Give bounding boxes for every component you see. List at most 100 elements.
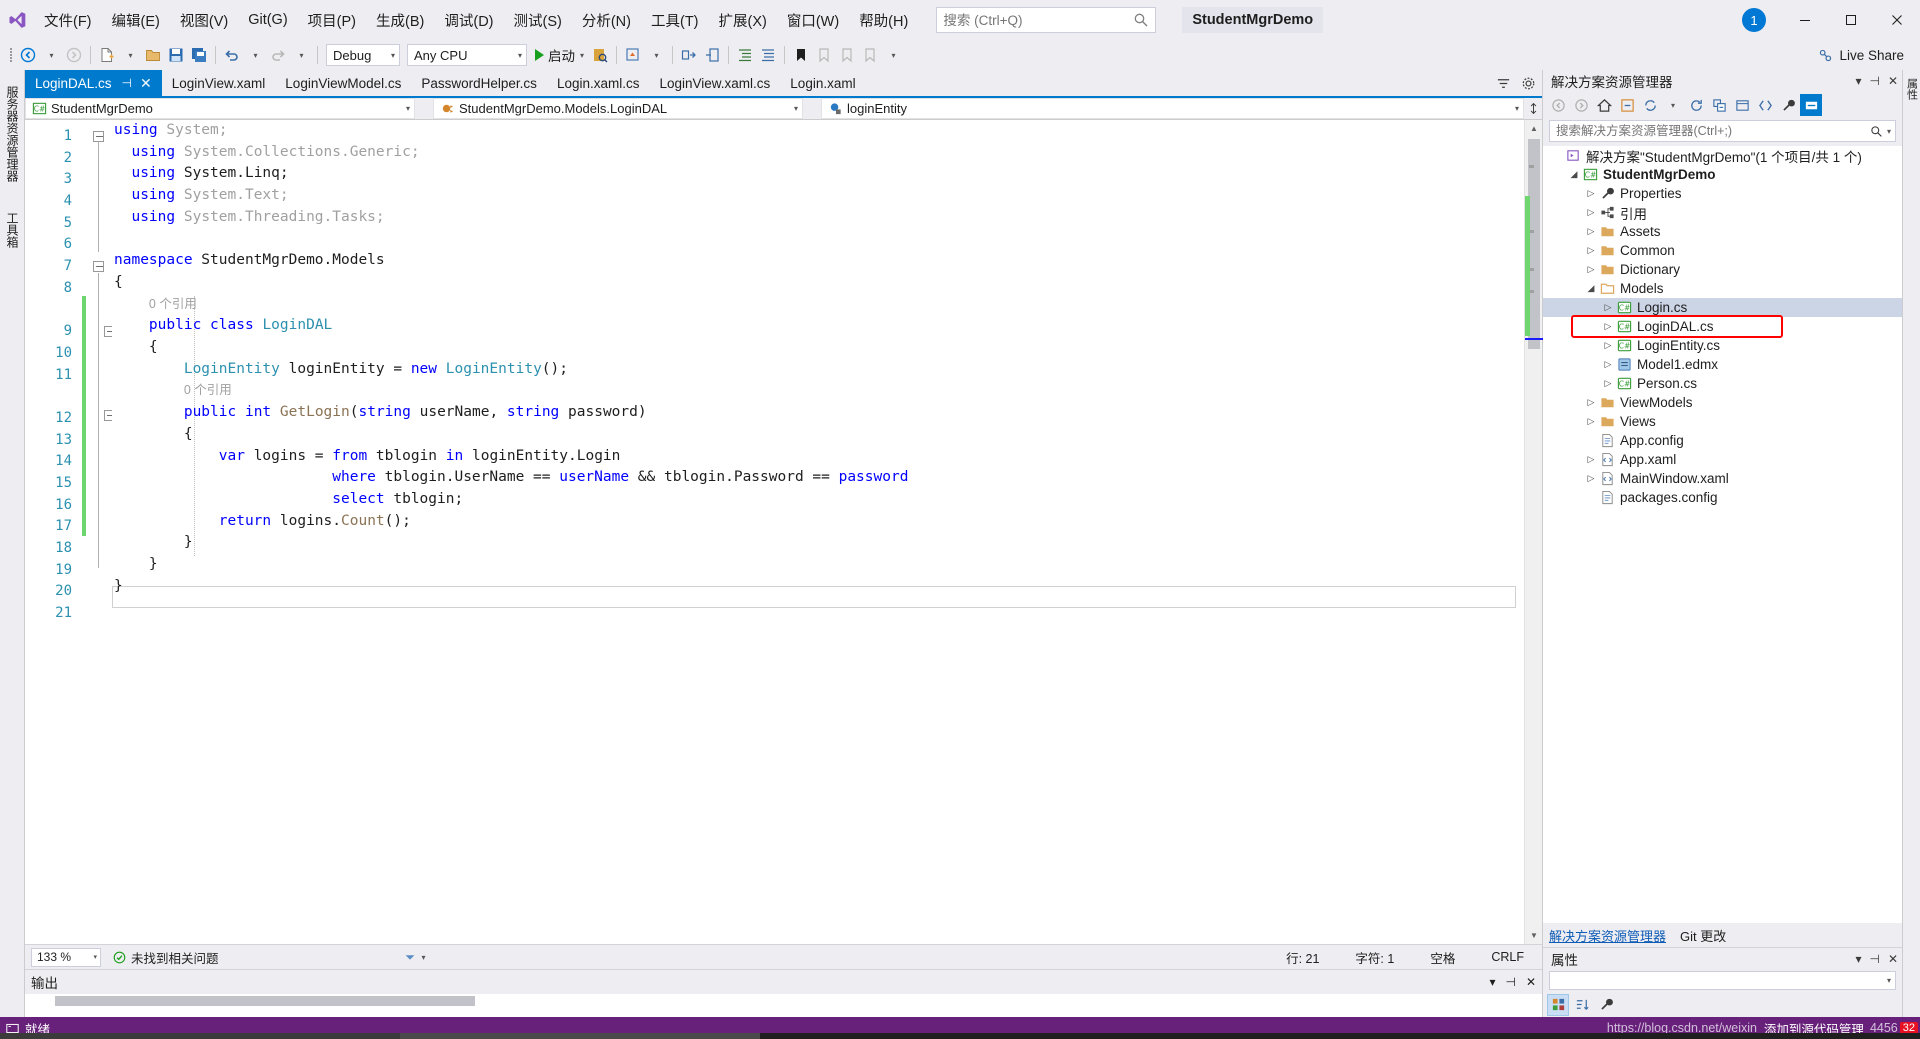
output-dropdown-icon[interactable]: ▾: [1489, 975, 1495, 989]
search-dropdown-icon[interactable]: ▾: [1887, 127, 1891, 136]
chevron-right-icon[interactable]: ▷: [1600, 359, 1616, 370]
comment-button[interactable]: [757, 43, 779, 67]
hot-reload-dropdown[interactable]: ▾: [645, 43, 667, 67]
tree-node[interactable]: ▷ Dictionary: [1543, 260, 1902, 279]
toolbar-overflow-button[interactable]: ▾: [882, 43, 904, 67]
menu-edit[interactable]: 编辑(E): [102, 0, 170, 40]
tree-node[interactable]: ▷ Common: [1543, 241, 1902, 260]
redo-dropdown[interactable]: ▾: [290, 43, 312, 67]
props-dropdown-icon[interactable]: ▾: [1855, 952, 1861, 966]
menu-test[interactable]: 测试(S): [504, 0, 572, 40]
line-ending-indicator[interactable]: CRLF: [1473, 950, 1542, 964]
tab-login-xaml-cs[interactable]: Login.xaml.cs: [546, 70, 650, 96]
menu-analyze[interactable]: 分析(N): [572, 0, 641, 40]
fold-toggle-namespace[interactable]: [93, 261, 104, 272]
editor-vertical-scrollbar[interactable]: ▲ ▼: [1524, 120, 1543, 944]
preview-selected-items-button[interactable]: [1800, 94, 1822, 116]
chevron-right-icon[interactable]: ▷: [1583, 188, 1599, 199]
sync-dropdown[interactable]: ▾: [1662, 94, 1684, 116]
view-code-button[interactable]: [1754, 94, 1776, 116]
props-pin-icon[interactable]: ⊣: [1869, 952, 1879, 966]
solution-platform-combo[interactable]: Any CPU ▾: [407, 44, 527, 66]
close-button[interactable]: [1874, 0, 1920, 40]
code-line[interactable]: using System.Text;: [114, 185, 1524, 207]
code-line[interactable]: }: [114, 554, 1524, 576]
categorized-view-button[interactable]: [1547, 993, 1569, 1016]
next-bookmark-button[interactable]: [836, 43, 858, 67]
tree-node[interactable]: ▷ MainWindow.xaml: [1543, 469, 1902, 488]
tree-node[interactable]: ▷ App.xaml: [1543, 450, 1902, 469]
output-pane-body[interactable]: [25, 994, 1542, 1017]
chevron-right-icon[interactable]: ▷: [1583, 473, 1599, 484]
chevron-right-icon[interactable]: ▷: [1583, 226, 1599, 237]
code-line[interactable]: var logins = from tblogin in loginEntity…: [114, 446, 1524, 468]
menu-git[interactable]: Git(G): [238, 0, 297, 40]
code-line[interactable]: namespace StudentMgrDemo.Models: [114, 250, 1524, 272]
properties-button[interactable]: [1595, 994, 1617, 1016]
tab-list-icon[interactable]: [1496, 76, 1511, 91]
open-file-button[interactable]: [142, 43, 164, 67]
code-line[interactable]: {: [114, 424, 1524, 446]
code-line[interactable]: public int GetLogin(string userName, str…: [114, 402, 1524, 424]
navigate-forward-button[interactable]: [63, 43, 85, 67]
pane-close-icon[interactable]: ✕: [1888, 74, 1898, 88]
rail-tab-properties[interactable]: 属性: [1904, 78, 1920, 100]
chevron-right-icon[interactable]: ▷: [1583, 397, 1599, 408]
tree-node[interactable]: ◢ Models: [1543, 279, 1902, 298]
tree-node[interactable]: packages.config: [1543, 488, 1902, 507]
refresh-button[interactable]: [1685, 94, 1707, 116]
new-project-button[interactable]: [96, 43, 118, 67]
hot-reload-button[interactable]: [622, 43, 644, 67]
code-line[interactable]: {: [114, 337, 1524, 359]
tree-node[interactable]: ▷ Model1.edmx: [1543, 355, 1902, 374]
step-out-button[interactable]: [701, 43, 723, 67]
navigate-backward-button[interactable]: [17, 43, 39, 67]
tab-login-xaml[interactable]: Login.xaml: [780, 70, 866, 96]
collapse-all-button[interactable]: [1708, 94, 1730, 116]
properties-object-combo[interactable]: ▾: [1549, 971, 1896, 991]
output-pin-icon[interactable]: ⊣: [1505, 975, 1515, 989]
tree-node[interactable]: ▷ Properties: [1543, 184, 1902, 203]
tree-node[interactable]: ▷ Assets: [1543, 222, 1902, 241]
minimize-button[interactable]: [1782, 0, 1828, 40]
alphabetical-view-button[interactable]: [1571, 994, 1593, 1016]
code-line[interactable]: }: [114, 576, 1524, 598]
code-line[interactable]: public class LoginDAL: [114, 315, 1524, 337]
zoom-level-combo[interactable]: 133 % ▾: [31, 947, 101, 967]
chevron-right-icon[interactable]: ▷: [1600, 321, 1616, 332]
code-text-area[interactable]: using System; using System.Collections.G…: [112, 120, 1524, 944]
chevron-right-icon[interactable]: ▷: [1583, 416, 1599, 427]
menu-help[interactable]: 帮助(H): [849, 0, 918, 40]
save-button[interactable]: [165, 43, 187, 67]
menu-tools[interactable]: 工具(T): [641, 0, 709, 40]
tab-loginview-xaml-cs[interactable]: LoginView.xaml.cs: [649, 70, 781, 96]
pane-dropdown-icon[interactable]: ▾: [1855, 74, 1861, 88]
code-line[interactable]: using System.Collections.Generic;: [114, 142, 1524, 164]
navigate-backward-dropdown[interactable]: ▾: [40, 43, 62, 67]
sync-with-active-document-button[interactable]: [1639, 94, 1661, 116]
previous-bookmark-button[interactable]: [813, 43, 835, 67]
tree-node[interactable]: 解决方案"StudentMgrDemo"(1 个项目/共 1 个): [1543, 146, 1902, 165]
pin-icon[interactable]: ⊣: [122, 76, 132, 90]
maximize-button[interactable]: [1828, 0, 1874, 40]
global-search-box[interactable]: [936, 7, 1157, 33]
tree-node[interactable]: ▷ C# Login.cs: [1543, 298, 1902, 317]
scroll-down-icon[interactable]: ▼: [1525, 927, 1543, 944]
code-line[interactable]: LoginEntity loginEntity = new LoginEntit…: [114, 359, 1524, 381]
navbar-project-combo[interactable]: C# StudentMgrDemo ▾: [25, 98, 415, 119]
undo-dropdown[interactable]: ▾: [244, 43, 266, 67]
tree-node[interactable]: App.config: [1543, 431, 1902, 450]
menu-view[interactable]: 视图(V): [170, 0, 238, 40]
indentation-indicator[interactable]: 空格: [1412, 948, 1473, 967]
pane-pin-icon[interactable]: ⊣: [1869, 74, 1879, 88]
tree-node[interactable]: ▷ Views: [1543, 412, 1902, 431]
global-search-input[interactable]: [943, 12, 1134, 28]
tab-git-changes[interactable]: Git 更改: [1680, 926, 1726, 945]
tab-passwordhelper-cs[interactable]: PasswordHelper.cs: [411, 70, 547, 96]
tree-node[interactable]: ▷ ViewModels: [1543, 393, 1902, 412]
split-editor-button[interactable]: [1524, 98, 1542, 119]
chevron-right-icon[interactable]: ▷: [1600, 302, 1616, 313]
tab-logindal-cs[interactable]: LoginDAL.cs ⊣ ✕: [25, 70, 162, 96]
redo-button[interactable]: [267, 43, 289, 67]
solution-configuration-combo[interactable]: Debug ▾: [326, 44, 400, 66]
